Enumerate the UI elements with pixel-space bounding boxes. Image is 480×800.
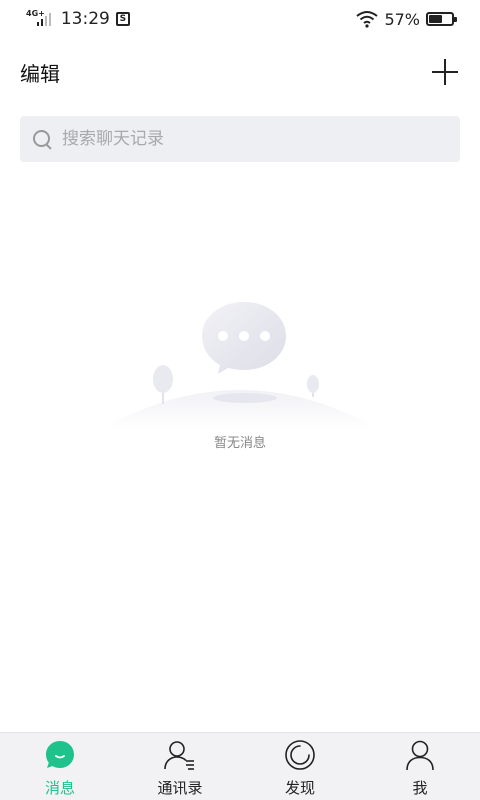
discover-icon <box>285 740 315 770</box>
search-bar[interactable] <box>20 116 460 162</box>
notification-icon: S <box>115 12 130 26</box>
chat-bubble-icon <box>202 302 286 374</box>
tree-right-icon <box>307 375 319 397</box>
battery-fill <box>429 15 442 23</box>
messages-screen: 4G+ 13:29 S 57% 编辑 搜索聊天记录 暂无消息 消息 通讯录 发现… <box>0 0 480 800</box>
battery-icon <box>426 12 457 26</box>
status-left: 4G+ 13:29 S <box>26 9 130 29</box>
empty-state-message: 暂无消息 <box>213 436 266 451</box>
tree-left-icon <box>153 365 173 404</box>
status-right: 57% <box>356 9 457 29</box>
tab-contacts[interactable]: 通讯录 <box>120 733 240 800</box>
wifi-icon <box>356 11 379 28</box>
message-icon <box>46 741 74 768</box>
tab-messages[interactable]: 消息 <box>0 733 120 800</box>
tab-discover[interactable]: 发现 <box>240 733 360 800</box>
status-bar: 4G+ 13:29 S 57% <box>0 0 480 38</box>
search-input[interactable] <box>62 129 442 149</box>
tab-label: 发现 <box>284 779 315 797</box>
header: 编辑 <box>0 50 480 94</box>
tab-bar: 消息 通讯录 发现 我 <box>0 732 480 800</box>
edit-button[interactable]: 编辑 <box>20 58 60 87</box>
profile-icon <box>406 740 434 771</box>
clock: 13:29 <box>60 9 110 29</box>
empty-illustration <box>100 302 380 430</box>
search-icon <box>32 129 52 149</box>
contacts-icon <box>164 741 194 770</box>
tab-label: 通讯录 <box>157 779 203 797</box>
plus-icon[interactable] <box>430 57 460 87</box>
tab-profile[interactable]: 我 <box>360 733 480 800</box>
bubble-shadow <box>213 393 277 403</box>
network-type: 4G+ <box>26 8 45 18</box>
tab-label: 我 <box>412 779 428 797</box>
tab-label: 消息 <box>44 779 75 797</box>
battery-percent: 57% <box>384 9 420 29</box>
